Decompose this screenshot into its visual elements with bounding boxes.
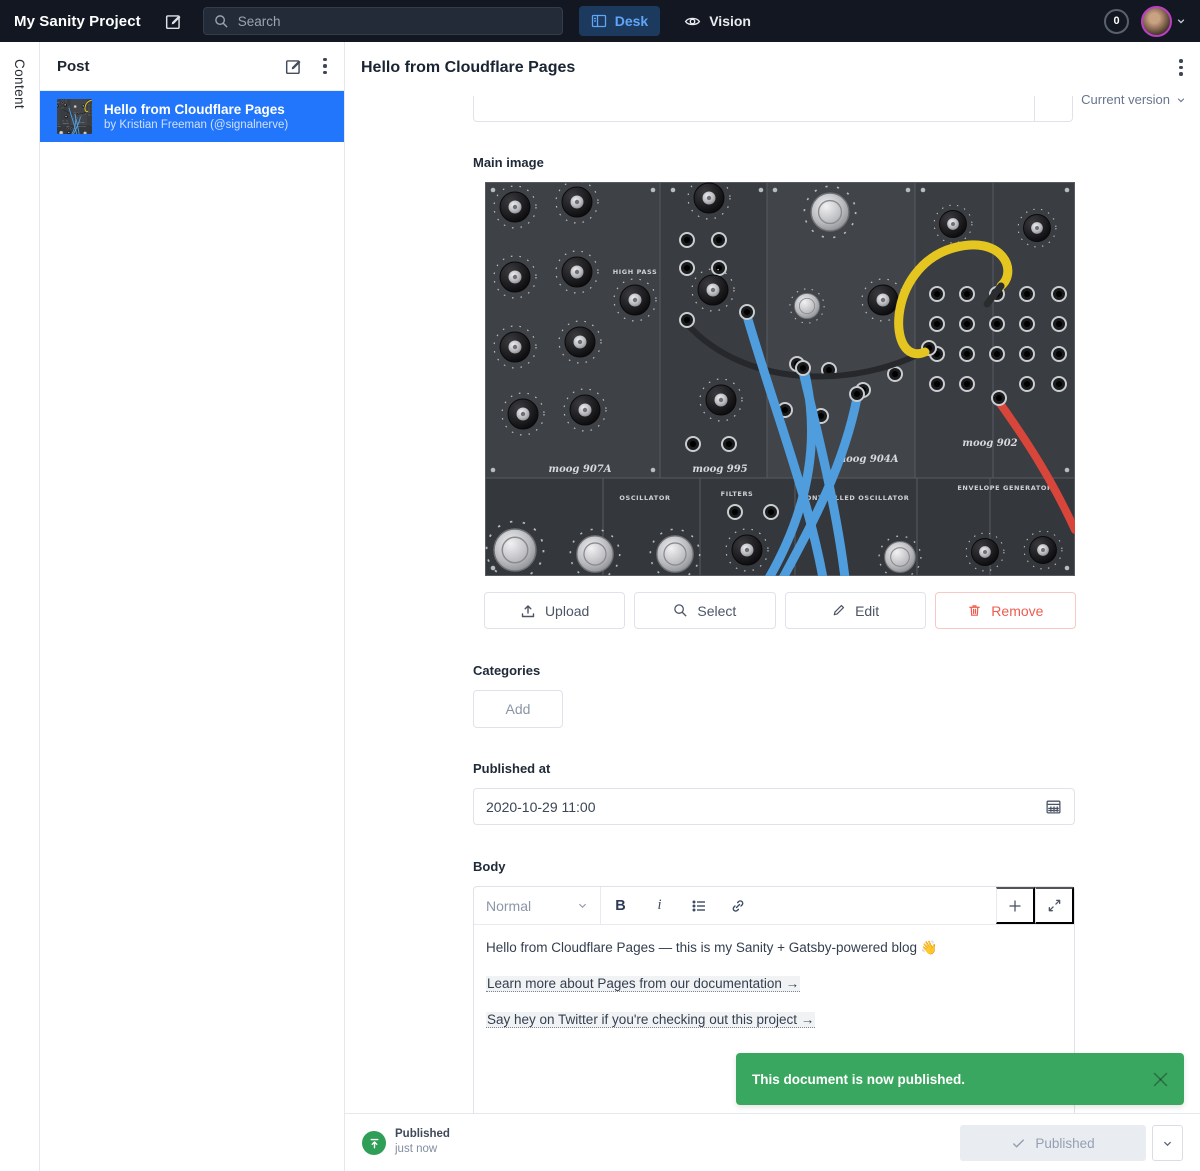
post-item-title: Hello from Cloudflare Pages	[104, 101, 288, 118]
content-label[interactable]: Content	[12, 59, 27, 109]
search-placeholder: Search	[238, 14, 281, 29]
search-icon	[214, 14, 229, 29]
project-title[interactable]: My Sanity Project	[14, 13, 141, 30]
slug-field-partial[interactable]	[473, 96, 1073, 122]
post-list-header: Post	[40, 42, 344, 91]
publish-toast: This document is now published.	[736, 1053, 1184, 1105]
chevron-down-icon	[1176, 95, 1186, 105]
publish-menu-button[interactable]	[1152, 1125, 1183, 1161]
magnifier-icon	[673, 603, 688, 618]
compose-icon	[285, 57, 303, 75]
pane-menu-button[interactable]	[323, 58, 327, 75]
search-input[interactable]: Search	[203, 7, 563, 35]
avatar[interactable]	[1141, 6, 1172, 37]
avatar-chevron-icon[interactable]	[1176, 16, 1186, 26]
close-icon	[1153, 1072, 1168, 1087]
remove-button[interactable]: Remove	[935, 592, 1076, 629]
main-image-preview[interactable]	[485, 182, 1075, 576]
calendar-icon[interactable]	[1045, 798, 1062, 815]
create-post-button[interactable]	[285, 57, 303, 75]
plus-icon	[1007, 898, 1023, 914]
pane-title: Post	[57, 58, 285, 75]
publish-button-label: Published	[1035, 1136, 1094, 1151]
style-dropdown[interactable]: Normal	[474, 887, 601, 924]
published-at-value: 2020-10-29 11:00	[486, 799, 1045, 815]
version-selector[interactable]: Current version	[1081, 92, 1186, 107]
vision-eye-icon	[684, 13, 701, 30]
notifications-badge[interactable]: 0	[1104, 9, 1129, 34]
toast-message: This document is now published.	[752, 1072, 1153, 1087]
link-icon	[730, 898, 746, 914]
tab-vision[interactable]: Vision	[672, 6, 763, 36]
remove-label: Remove	[991, 603, 1043, 619]
style-value: Normal	[486, 898, 531, 914]
body-link[interactable]: Learn more about Pages from our document…	[486, 976, 800, 992]
select-button[interactable]: Select	[634, 592, 775, 629]
expand-icon	[1047, 898, 1062, 913]
body-text-area[interactable]: Hello from Cloudflare Pages — this is my…	[474, 925, 1074, 1059]
sanity-studio-app: My Sanity Project Search	[0, 0, 1200, 1171]
bold-button[interactable]: B	[601, 887, 640, 924]
upload-button[interactable]: Upload	[484, 592, 625, 629]
insert-block-button[interactable]	[996, 887, 1035, 924]
publish-button[interactable]: Published	[960, 1125, 1146, 1161]
post-thumbnail	[57, 99, 92, 134]
pencil-icon	[831, 603, 846, 618]
check-icon	[1011, 1136, 1026, 1151]
toast-close-button[interactable]	[1153, 1072, 1168, 1087]
trash-icon	[967, 603, 982, 618]
publish-status: Published just now	[395, 1127, 450, 1157]
chevron-down-icon	[577, 900, 588, 911]
post-item-subtitle: by Kristian Freeman (@signalnerve)	[104, 118, 288, 132]
bullet-list-button[interactable]	[679, 887, 718, 924]
list-icon	[691, 898, 707, 914]
tab-desk[interactable]: Desk	[579, 6, 660, 36]
published-at-input[interactable]: 2020-10-29 11:00	[473, 788, 1075, 825]
main-image-label: Main image	[473, 155, 544, 170]
status-title: Published	[395, 1127, 450, 1142]
body-paragraph: Hello from Cloudflare Pages — this is my…	[486, 938, 1062, 958]
upload-icon	[520, 603, 536, 619]
top-navbar: My Sanity Project Search	[0, 0, 1200, 42]
compose-icon	[165, 12, 183, 30]
document-pane: Hello from Cloudflare Pages Current vers…	[345, 42, 1200, 1171]
published-at-label: Published at	[473, 761, 550, 776]
new-document-button[interactable]	[165, 12, 183, 30]
document-footer: Published just now Published	[345, 1113, 1200, 1171]
edit-label: Edit	[855, 603, 879, 619]
sidebar-content-strip: Content	[0, 42, 40, 1171]
link-button[interactable]	[718, 887, 757, 924]
body-link[interactable]: Say hey on Twitter if you're checking ou…	[486, 1012, 815, 1028]
published-status-icon	[362, 1131, 386, 1155]
list-item-selected[interactable]: Hello from Cloudflare Pages by Kristian …	[40, 91, 344, 142]
document-title: Hello from Cloudflare Pages	[361, 59, 575, 77]
chevron-down-icon	[1162, 1138, 1173, 1149]
upload-label: Upload	[545, 603, 589, 619]
post-list-pane: Post Hello from Cloudflare Pages by Kris…	[40, 42, 345, 1171]
version-label: Current version	[1081, 92, 1170, 107]
add-label: Add	[506, 701, 531, 717]
document-menu-button[interactable]	[1179, 59, 1183, 76]
select-label: Select	[697, 603, 736, 619]
desk-icon	[591, 13, 607, 29]
tab-desk-label: Desk	[615, 13, 648, 29]
status-time: just now	[395, 1142, 450, 1157]
richtext-toolbar: Normal B i	[474, 887, 1074, 925]
notifications-count: 0	[1113, 15, 1119, 27]
tab-vision-label: Vision	[709, 13, 751, 29]
add-category-button[interactable]: Add	[473, 690, 563, 728]
italic-button[interactable]: i	[640, 887, 679, 924]
expand-editor-button[interactable]	[1035, 887, 1074, 924]
image-actions: Upload Select Edit	[484, 592, 1076, 629]
categories-label: Categories	[473, 663, 540, 678]
body-label: Body	[473, 859, 506, 874]
edit-button[interactable]: Edit	[785, 592, 926, 629]
